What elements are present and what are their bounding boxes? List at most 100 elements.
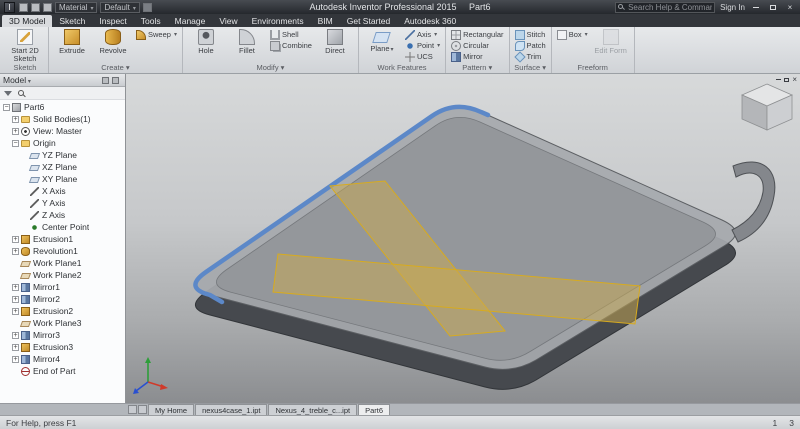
close-button[interactable]: × <box>784 2 796 12</box>
app-menu-button[interactable]: I <box>4 1 15 13</box>
tree-item-solid-bodies-1[interactable]: + Solid Bodies(1) <box>0 113 125 125</box>
revolve-button[interactable]: Revolve <box>94 29 132 55</box>
tree-expander-icon[interactable]: + <box>12 247 19 255</box>
save-icon[interactable] <box>19 2 28 12</box>
fillet-button[interactable]: Fillet <box>228 29 266 55</box>
direct-button[interactable]: Direct <box>316 29 354 55</box>
doc-restore-icon[interactable] <box>784 77 790 82</box>
sweep-button[interactable]: Sweep <box>135 29 178 40</box>
work-plane-icon <box>372 32 392 43</box>
panel-close-icon[interactable] <box>112 76 119 84</box>
tree-item-origin[interactable]: − Origin <box>0 137 125 149</box>
appearance-swatch-icon[interactable] <box>142 2 152 12</box>
hole-button[interactable]: Hole <box>187 29 225 55</box>
ribbon-tab-manage[interactable]: Manage <box>168 15 213 27</box>
combine-button[interactable]: Combine <box>269 40 313 51</box>
tree-item-mirror3[interactable]: + Mirror3 <box>0 329 125 341</box>
tree-expander-icon[interactable]: + <box>12 235 19 243</box>
minimize-button[interactable] <box>750 2 762 12</box>
tree-item-revolution1[interactable]: + Revolution1 <box>0 245 125 257</box>
tree-item-mirror4[interactable]: + Mirror4 <box>0 353 125 365</box>
document-tab-nexus-4-treble-c-ipt[interactable]: Nexus_4_treble_c...ipt <box>268 404 358 415</box>
ribbon-tab-3d-model[interactable]: 3D Model <box>2 15 53 27</box>
ribbon-tab-get-started[interactable]: Get Started <box>340 15 397 27</box>
tree-item-work-plane1[interactable]: Work Plane1 <box>0 257 125 269</box>
group-label-surface[interactable]: Surface ▾ <box>513 63 548 73</box>
tree-item-yz-plane[interactable]: YZ Plane <box>0 149 125 161</box>
tree-item-mirror1[interactable]: + Mirror1 <box>0 281 125 293</box>
trim-button[interactable]: Trim <box>513 50 547 63</box>
appearance-dropdown[interactable]: Default <box>100 1 140 13</box>
tree-item-end-of-part[interactable]: End of Part <box>0 365 125 377</box>
tree-item-y-axis[interactable]: Y Axis <box>0 197 125 209</box>
ribbon: Start 2D Sketch Sketch Extrude Revolve S… <box>0 27 800 74</box>
sign-in-button[interactable]: Sign In <box>720 3 745 12</box>
filter-icon[interactable] <box>4 90 12 96</box>
tree-item-center-point[interactable]: Center Point <box>0 221 125 233</box>
tree-expander-icon[interactable]: + <box>12 343 19 351</box>
patch-button[interactable]: Patch <box>514 40 547 51</box>
tree-item-work-plane3[interactable]: Work Plane3 <box>0 317 125 329</box>
extrude-button[interactable]: Extrude <box>53 29 91 55</box>
tree-expander-icon[interactable]: − <box>12 139 19 147</box>
doc-minimize-icon[interactable] <box>776 79 782 80</box>
find-icon[interactable] <box>18 90 24 96</box>
point-button[interactable]: Point <box>404 40 441 51</box>
tree-expander-icon[interactable]: + <box>12 331 19 339</box>
tab-list-icon[interactable] <box>138 405 147 414</box>
tree-expander-icon[interactable]: + <box>12 127 19 135</box>
undo-icon[interactable] <box>31 2 40 12</box>
document-tab-my-home[interactable]: My Home <box>148 404 195 415</box>
tree-expander-icon[interactable]: + <box>12 295 19 303</box>
ribbon-tab-tools[interactable]: Tools <box>134 15 168 27</box>
tree-item-x-axis[interactable]: X Axis <box>0 185 125 197</box>
redo-icon[interactable] <box>43 2 52 12</box>
ucs-button[interactable]: UCS <box>404 51 441 62</box>
ribbon-tab-inspect[interactable]: Inspect <box>92 15 133 27</box>
tree-item-xz-plane[interactable]: XZ Plane <box>0 161 125 173</box>
restore-button[interactable] <box>767 2 779 12</box>
doc-close-icon[interactable]: × <box>792 75 797 84</box>
tree-item-z-axis[interactable]: Z Axis <box>0 209 125 221</box>
ribbon-tab-sketch[interactable]: Sketch <box>52 15 92 27</box>
home-icon[interactable] <box>128 405 137 414</box>
tree-expander-icon[interactable]: + <box>12 307 19 315</box>
start-2d-sketch-button[interactable]: Start 2D Sketch <box>6 29 44 62</box>
group-label-create[interactable]: Create ▾ <box>52 63 179 73</box>
tree-expander-icon[interactable]: + <box>12 283 19 291</box>
material-dropdown[interactable]: Material <box>55 1 98 13</box>
document-tab-part6[interactable]: Part6 <box>358 404 391 415</box>
tree-item-part6[interactable]: − Part6 <box>0 101 125 113</box>
ribbon-tab-environments[interactable]: Environments <box>245 15 311 27</box>
view-cube[interactable] <box>741 83 793 131</box>
document-tab-nexus4case-1-ipt[interactable]: nexus4case_1.ipt <box>195 404 268 415</box>
browser-panel-title[interactable]: Model <box>3 75 31 85</box>
tree-item-mirror2[interactable]: + Mirror2 <box>0 293 125 305</box>
axis-button[interactable]: Axis <box>404 29 441 40</box>
group-label-pattern[interactable]: Pattern ▾ <box>449 63 505 73</box>
tree-item-view-master[interactable]: + View: Master <box>0 125 125 137</box>
stitch-button[interactable]: Stitch <box>514 29 547 40</box>
freeform-box-button[interactable]: Box <box>556 29 589 40</box>
rectangular-pattern-button[interactable]: Rectangular <box>450 29 504 40</box>
shell-button[interactable]: Shell <box>269 29 313 40</box>
tree-item-xy-plane[interactable]: XY Plane <box>0 173 125 185</box>
search-input[interactable] <box>615 1 716 13</box>
plane-button[interactable]: Plane <box>363 29 401 55</box>
tree-item-extrusion2[interactable]: + Extrusion2 <box>0 305 125 317</box>
ribbon-tab-view[interactable]: View <box>212 15 244 27</box>
ribbon-tab-bim[interactable]: BIM <box>311 15 340 27</box>
graphics-viewport[interactable]: × <box>126 74 800 403</box>
tree-item-extrusion3[interactable]: + Extrusion3 <box>0 341 125 353</box>
case-end-lip[interactable] <box>731 161 776 243</box>
panel-options-icon[interactable] <box>102 76 109 84</box>
circular-pattern-button[interactable]: Circular <box>450 40 504 51</box>
tree-expander-icon[interactable]: + <box>12 115 19 123</box>
tree-item-extrusion1[interactable]: + Extrusion1 <box>0 233 125 245</box>
tree-item-work-plane2[interactable]: Work Plane2 <box>0 269 125 281</box>
tree-expander-icon[interactable]: − <box>3 103 10 111</box>
group-label-modify[interactable]: Modify ▾ <box>186 63 355 73</box>
ribbon-tab-autodesk-360[interactable]: Autodesk 360 <box>397 15 463 27</box>
tree-expander-icon[interactable]: + <box>12 355 19 363</box>
mirror-button[interactable]: Mirror <box>450 51 504 62</box>
